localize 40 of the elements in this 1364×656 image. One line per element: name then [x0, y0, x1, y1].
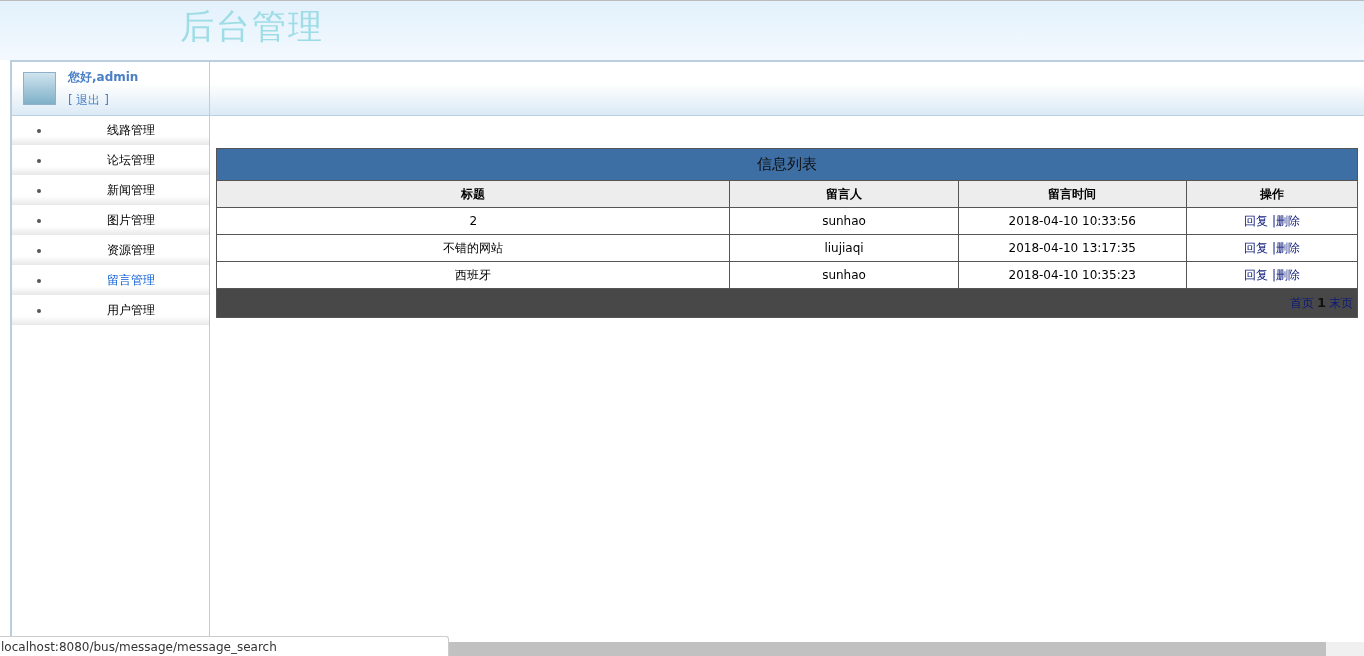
table-cell: 2018-04-10 10:35:23: [958, 261, 1187, 289]
column-header: 留言时间: [958, 180, 1187, 208]
sidebar-link[interactable]: 论坛管理: [107, 152, 155, 169]
sidebar-link[interactable]: 线路管理: [107, 122, 155, 139]
action-link[interactable]: |删除: [1271, 240, 1300, 255]
table-cell: 不错的网站: [216, 234, 730, 262]
sidebar-link[interactable]: 资源管理: [107, 242, 155, 259]
sidebar-link[interactable]: 图片管理: [107, 212, 155, 229]
user-greeting: 您好,admin: [68, 68, 139, 86]
table-cell: liujiaqi: [729, 234, 959, 262]
bullet-icon: [37, 218, 41, 223]
table-cell: 2: [216, 207, 730, 235]
table-cell: 2018-04-10 13:17:35: [958, 234, 1187, 262]
bullet-icon: [37, 278, 41, 283]
action-link[interactable]: |删除: [1271, 267, 1300, 282]
sidebar-link[interactable]: 留言管理: [107, 272, 155, 289]
action-link[interactable]: 回复: [1243, 267, 1268, 282]
table-cell: sunhao: [729, 207, 959, 235]
bullet-icon: [37, 188, 41, 193]
table-title: 信息列表: [216, 148, 1358, 181]
site-logo: 后台管理: [180, 5, 324, 48]
sidebar-link[interactable]: 用户管理: [107, 302, 155, 319]
bullet-icon: [37, 248, 41, 253]
logout-link[interactable]: [ 退出 ]: [68, 91, 139, 109]
column-header: 操作: [1186, 180, 1358, 208]
avatar-icon: [23, 72, 56, 105]
table-cell: 2018-04-10 10:33:56: [958, 207, 1187, 235]
table-cell: 西班牙: [216, 261, 730, 289]
sidebar-link[interactable]: 新闻管理: [107, 182, 155, 199]
column-header: 标题: [216, 180, 730, 208]
horizontal-scrollbar[interactable]: [449, 642, 1364, 656]
bullet-icon: [37, 128, 41, 133]
bullet-icon: [37, 308, 41, 313]
action-link[interactable]: 回复: [1243, 240, 1268, 255]
column-header: 留言人: [729, 180, 959, 208]
action-link[interactable]: |删除: [1271, 213, 1300, 228]
bullet-icon: [37, 158, 41, 163]
table-cell: sunhao: [729, 261, 959, 289]
action-link[interactable]: 回复: [1243, 213, 1268, 228]
status-url: localhost:8080/bus/message/message_search: [0, 636, 449, 656]
